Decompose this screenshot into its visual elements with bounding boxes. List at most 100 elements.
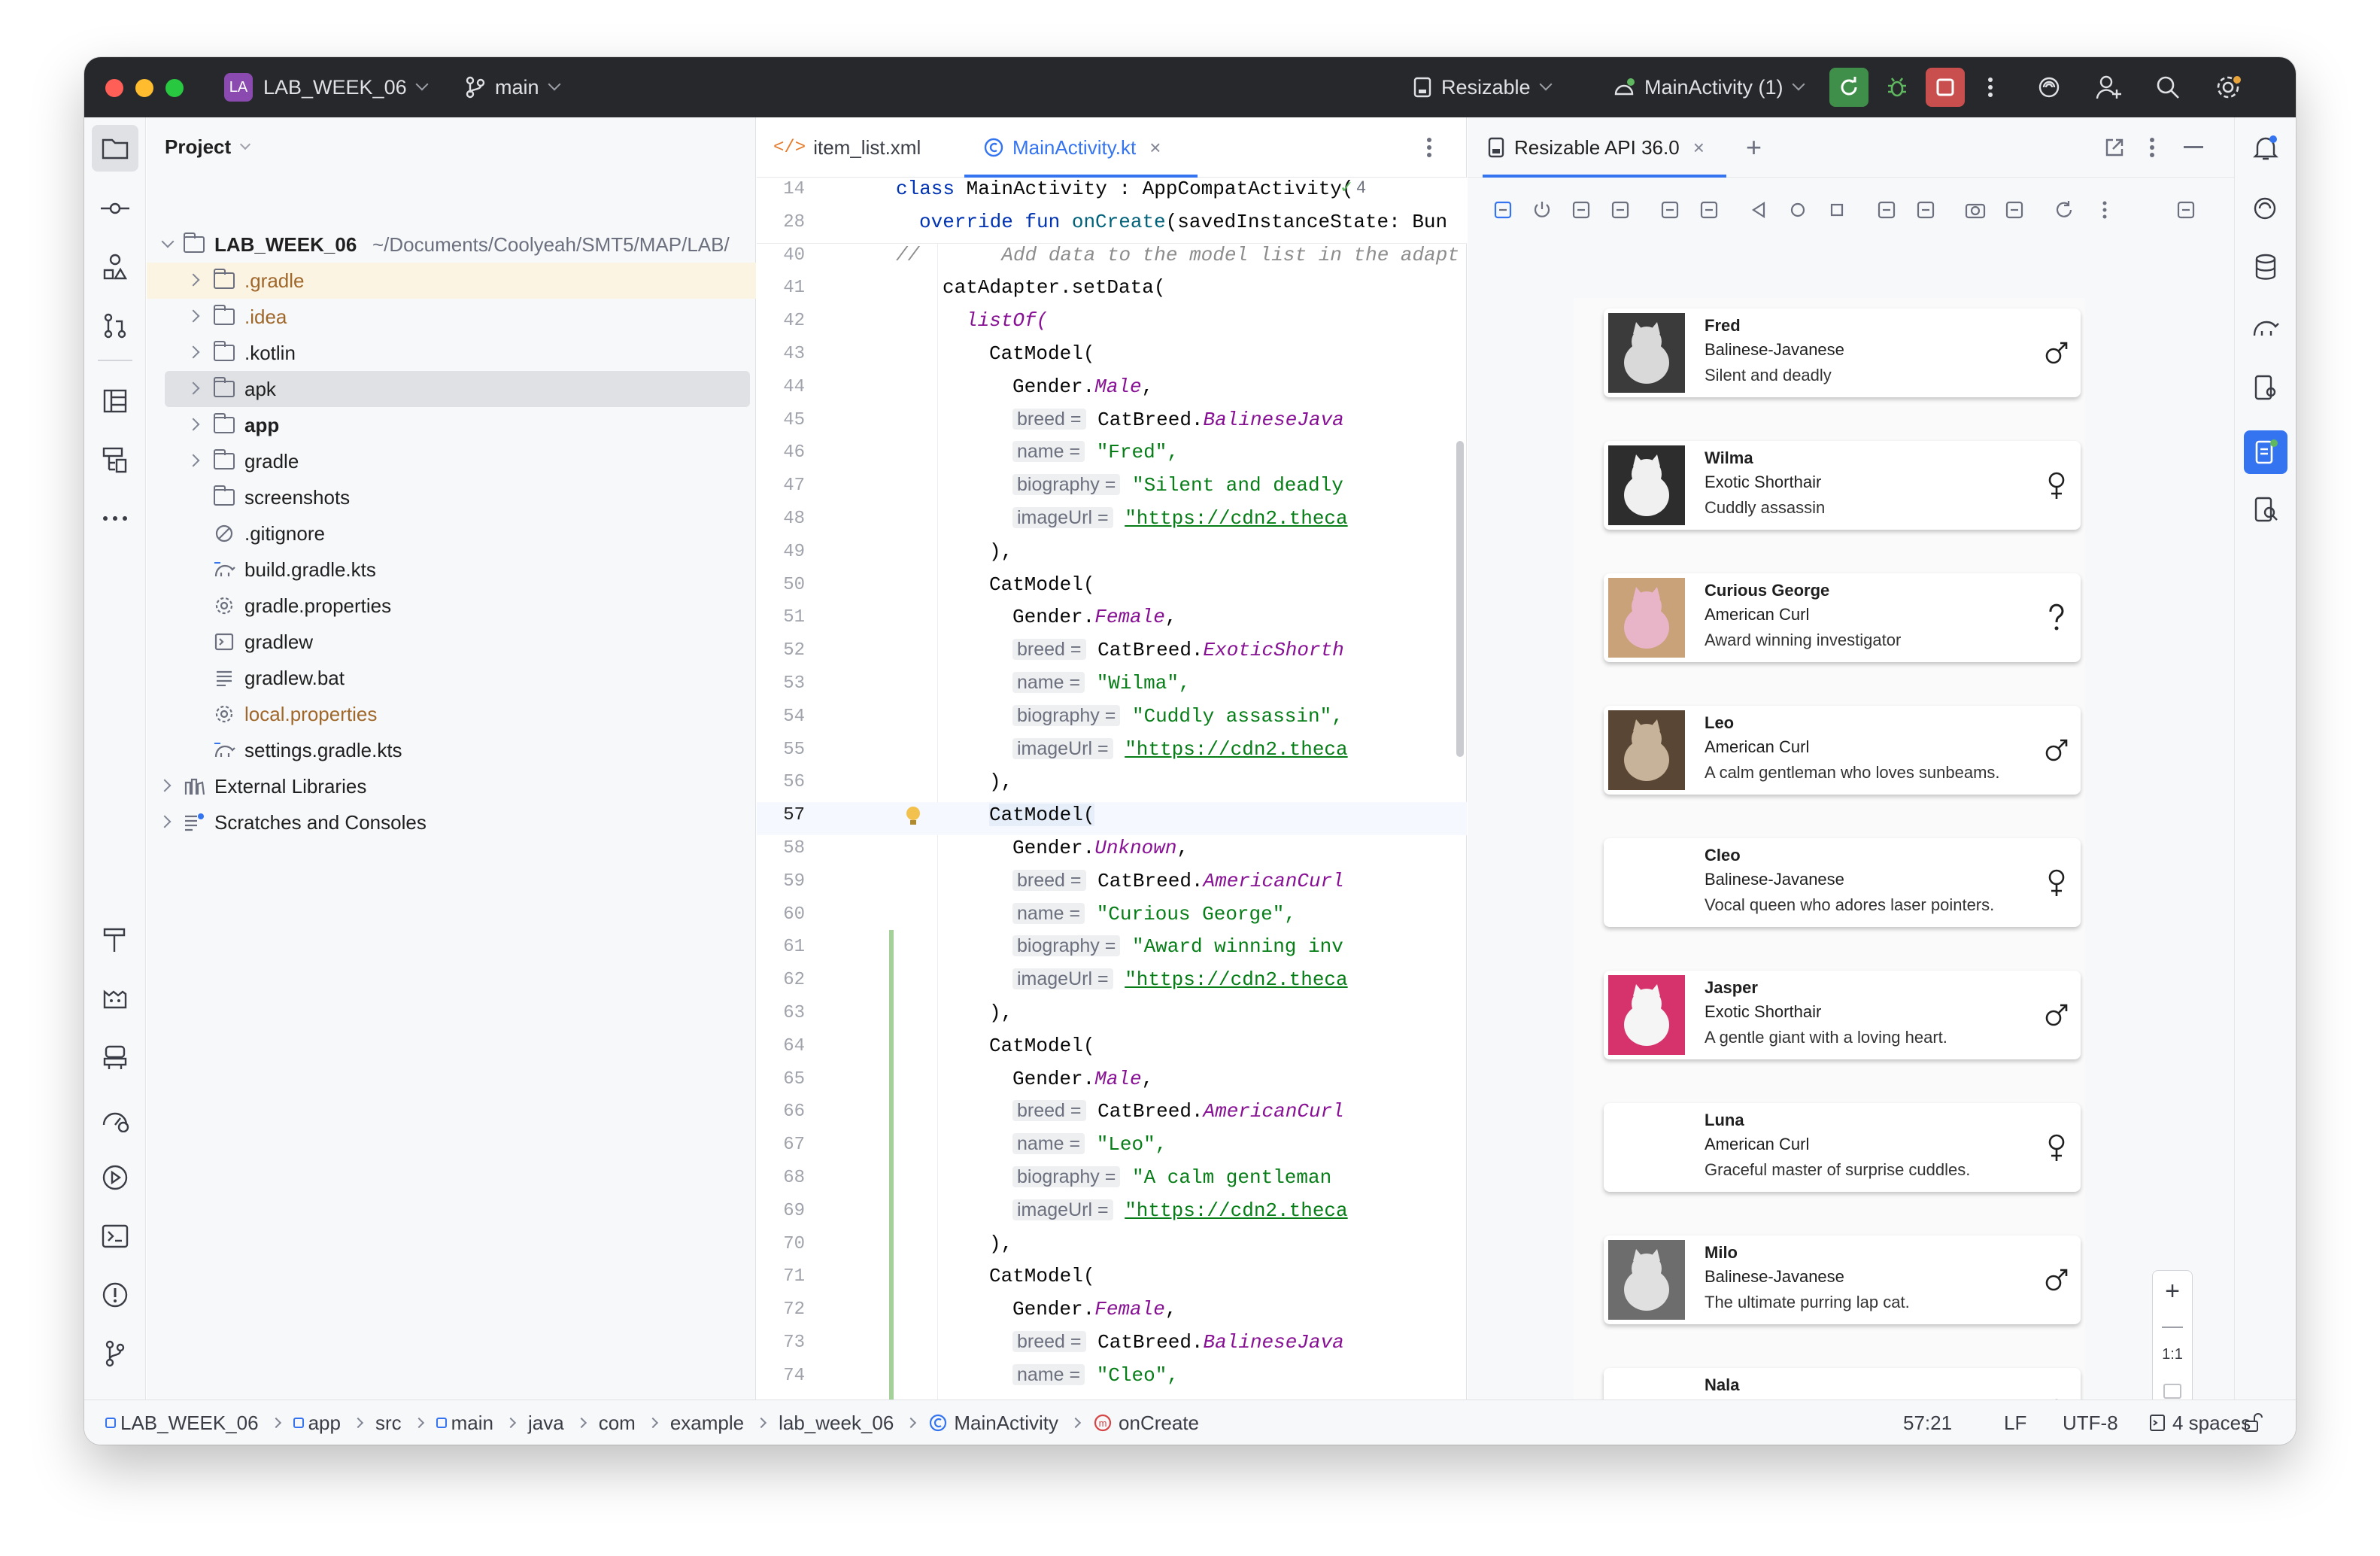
profiler-button[interactable] [99, 1103, 131, 1135]
tree-item[interactable]: .gradle [147, 263, 756, 299]
device-explorer-button[interactable] [2250, 372, 2281, 403]
gemini-button[interactable] [2029, 68, 2069, 107]
search-everywhere-button[interactable] [2148, 68, 2187, 107]
breadcrumb-item[interactable]: com [599, 1412, 636, 1435]
device-selector[interactable]: Resizable [1413, 57, 1553, 117]
cat-card[interactable]: Luna American Curl Graceful master of surp… [1604, 1103, 2081, 1192]
tree-item[interactable]: gradle [147, 443, 756, 479]
tree-item[interactable]: .kotlin [147, 335, 756, 371]
detach-panel-button[interactable] [2104, 117, 2125, 178]
apply-changes-button[interactable] [1829, 68, 1868, 107]
logcat-button[interactable] [99, 983, 131, 1014]
device-screen[interactable]: Fred Balinese-Javanese Silent and deadly Wi… [1574, 298, 2085, 1443]
structure-tool-button[interactable] [99, 385, 131, 417]
run-config-selector[interactable]: MainActivity (1) [1613, 57, 1805, 117]
volume-up-icon[interactable] [1570, 199, 1592, 221]
add-device-tab-button[interactable]: + [1746, 117, 1762, 178]
panel-options-button[interactable] [2149, 117, 2155, 178]
close-tab-icon[interactable]: × [1693, 136, 1705, 160]
camera-icon[interactable] [1964, 199, 1987, 221]
tab-resizable-api[interactable]: Resizable API 36.0 × [1487, 117, 1705, 178]
tree-item[interactable]: gradlew [147, 624, 756, 660]
tab-mainactivity-kt[interactable]: MainActivity.kt × [982, 117, 1161, 178]
terminal-button[interactable] [99, 1220, 131, 1252]
more-actions-button[interactable] [1971, 68, 2010, 107]
tree-item[interactable]: build.gradle.kts [147, 552, 756, 588]
more-tools-button[interactable] [99, 503, 131, 534]
settings-button[interactable] [2208, 68, 2248, 107]
tree-root[interactable]: LAB_WEEK_06 ~/Documents/Coolyeah/SMT5/MAP… [147, 226, 756, 263]
tree-item[interactable]: app [147, 407, 756, 443]
intention-bulb-icon[interactable] [904, 805, 922, 834]
panel-toggle-icon[interactable] [2175, 199, 2197, 221]
build-tool-button[interactable] [99, 924, 131, 956]
file-encoding[interactable]: UTF-8 [2063, 1400, 2118, 1445]
vcs-change-marker[interactable] [889, 930, 894, 1399]
close-tab-icon[interactable]: × [1149, 136, 1161, 160]
snapshot-load-icon[interactable] [1914, 199, 1937, 221]
run-tool-button[interactable] [99, 1162, 131, 1193]
pull-requests-button[interactable] [99, 310, 131, 342]
cat-card[interactable]: Wilma Exotic Shorthair Cuddly assassin [1604, 441, 2081, 530]
breadcrumb-item[interactable]: app [293, 1412, 341, 1435]
debug-button[interactable] [1878, 68, 1917, 107]
tree-item[interactable]: gradlew.bat [147, 660, 756, 696]
tree-item[interactable]: apk [165, 371, 750, 407]
caret-position[interactable]: 57:21 [1903, 1400, 1952, 1445]
close-window-button[interactable] [105, 79, 123, 97]
minimize-window-button[interactable] [135, 79, 153, 97]
cat-card[interactable]: Fred Balinese-Javanese Silent and deadly [1604, 308, 2081, 397]
readonly-toggle[interactable] [2243, 1400, 2263, 1445]
editor-tabs-menu[interactable] [1426, 117, 1432, 178]
stop-button[interactable] [1926, 68, 1965, 107]
zoom-in-button[interactable]: + [2153, 1277, 2192, 1307]
breadcrumb-item[interactable]: lab_week_06 [779, 1412, 894, 1435]
problems-button[interactable] [99, 1279, 131, 1311]
line-separator[interactable]: LF [2004, 1400, 2026, 1445]
tree-item[interactable]: .gitignore [147, 515, 756, 552]
breadcrumb-item[interactable]: src [375, 1412, 402, 1435]
zoom-out-button[interactable] [2162, 1327, 2183, 1328]
snapshot-save-icon[interactable] [1875, 199, 1898, 221]
cat-card[interactable]: Jasper Exotic Shorthair A gentle giant wit… [1604, 971, 2081, 1059]
fold-right-icon[interactable] [1698, 199, 1720, 221]
home-icon[interactable] [1787, 199, 1809, 221]
fold-left-icon[interactable] [1659, 199, 1681, 221]
zoom-fit-button[interactable] [2163, 1384, 2181, 1399]
cat-card[interactable]: Curious George American Curl Award winning… [1604, 573, 2081, 662]
more-vertical-icon[interactable] [2093, 199, 2116, 221]
build-variants-button[interactable] [99, 444, 131, 476]
project-switcher[interactable]: LA LAB_WEEK_06 [224, 57, 429, 117]
cat-card[interactable]: Leo American Curl A calm gentleman who lov… [1604, 706, 2081, 795]
cat-card[interactable]: Milo Balinese-Javanese The ultimate purrin… [1604, 1235, 2081, 1324]
reset-icon[interactable] [2053, 199, 2075, 221]
device-manager-button[interactable] [99, 1041, 131, 1073]
tree-item[interactable]: Scratches and Consoles [147, 804, 756, 840]
hide-panel-button[interactable] [2184, 117, 2203, 178]
inspection-widget[interactable]: ✓ 4 [1340, 178, 1366, 197]
database-button[interactable] [2250, 251, 2281, 283]
overview-icon[interactable] [1826, 199, 1848, 221]
branch-switcher[interactable]: main [465, 57, 561, 117]
screen-record-icon[interactable] [2003, 199, 2026, 221]
breadcrumb-item[interactable]: MainActivity [928, 1412, 1058, 1435]
gradle-button[interactable] [2250, 312, 2281, 343]
breadcrumb-item[interactable]: m onCreate [1093, 1412, 1199, 1435]
tab-item-list-xml[interactable]: </> item_list.xml [773, 117, 921, 178]
code-area[interactable]: 14 28 class MainActivity : AppCompatActivi… [757, 178, 1467, 1399]
tree-item[interactable]: External Libraries [147, 768, 756, 804]
notifications-button[interactable] [2250, 132, 2281, 164]
commit-tool-button[interactable] [99, 193, 131, 224]
back-icon[interactable] [1747, 199, 1770, 221]
indent-setting[interactable]: 4 spaces [2148, 1400, 2251, 1445]
vertical-scrollbar[interactable] [1456, 441, 1464, 757]
running-devices-button[interactable] [2244, 430, 2287, 474]
app-inspection-button[interactable] [2250, 494, 2281, 525]
breadcrumb-item[interactable]: example [670, 1412, 744, 1435]
project-tool-button[interactable] [92, 125, 138, 172]
resource-manager-button[interactable] [99, 251, 131, 283]
tree-item[interactable]: settings.gradle.kts [147, 732, 756, 768]
screen-rotate-icon[interactable] [1492, 199, 1514, 221]
breadcrumb-item[interactable]: main [436, 1412, 493, 1435]
breadcrumb-item[interactable]: LAB_WEEK_06 [105, 1412, 259, 1435]
